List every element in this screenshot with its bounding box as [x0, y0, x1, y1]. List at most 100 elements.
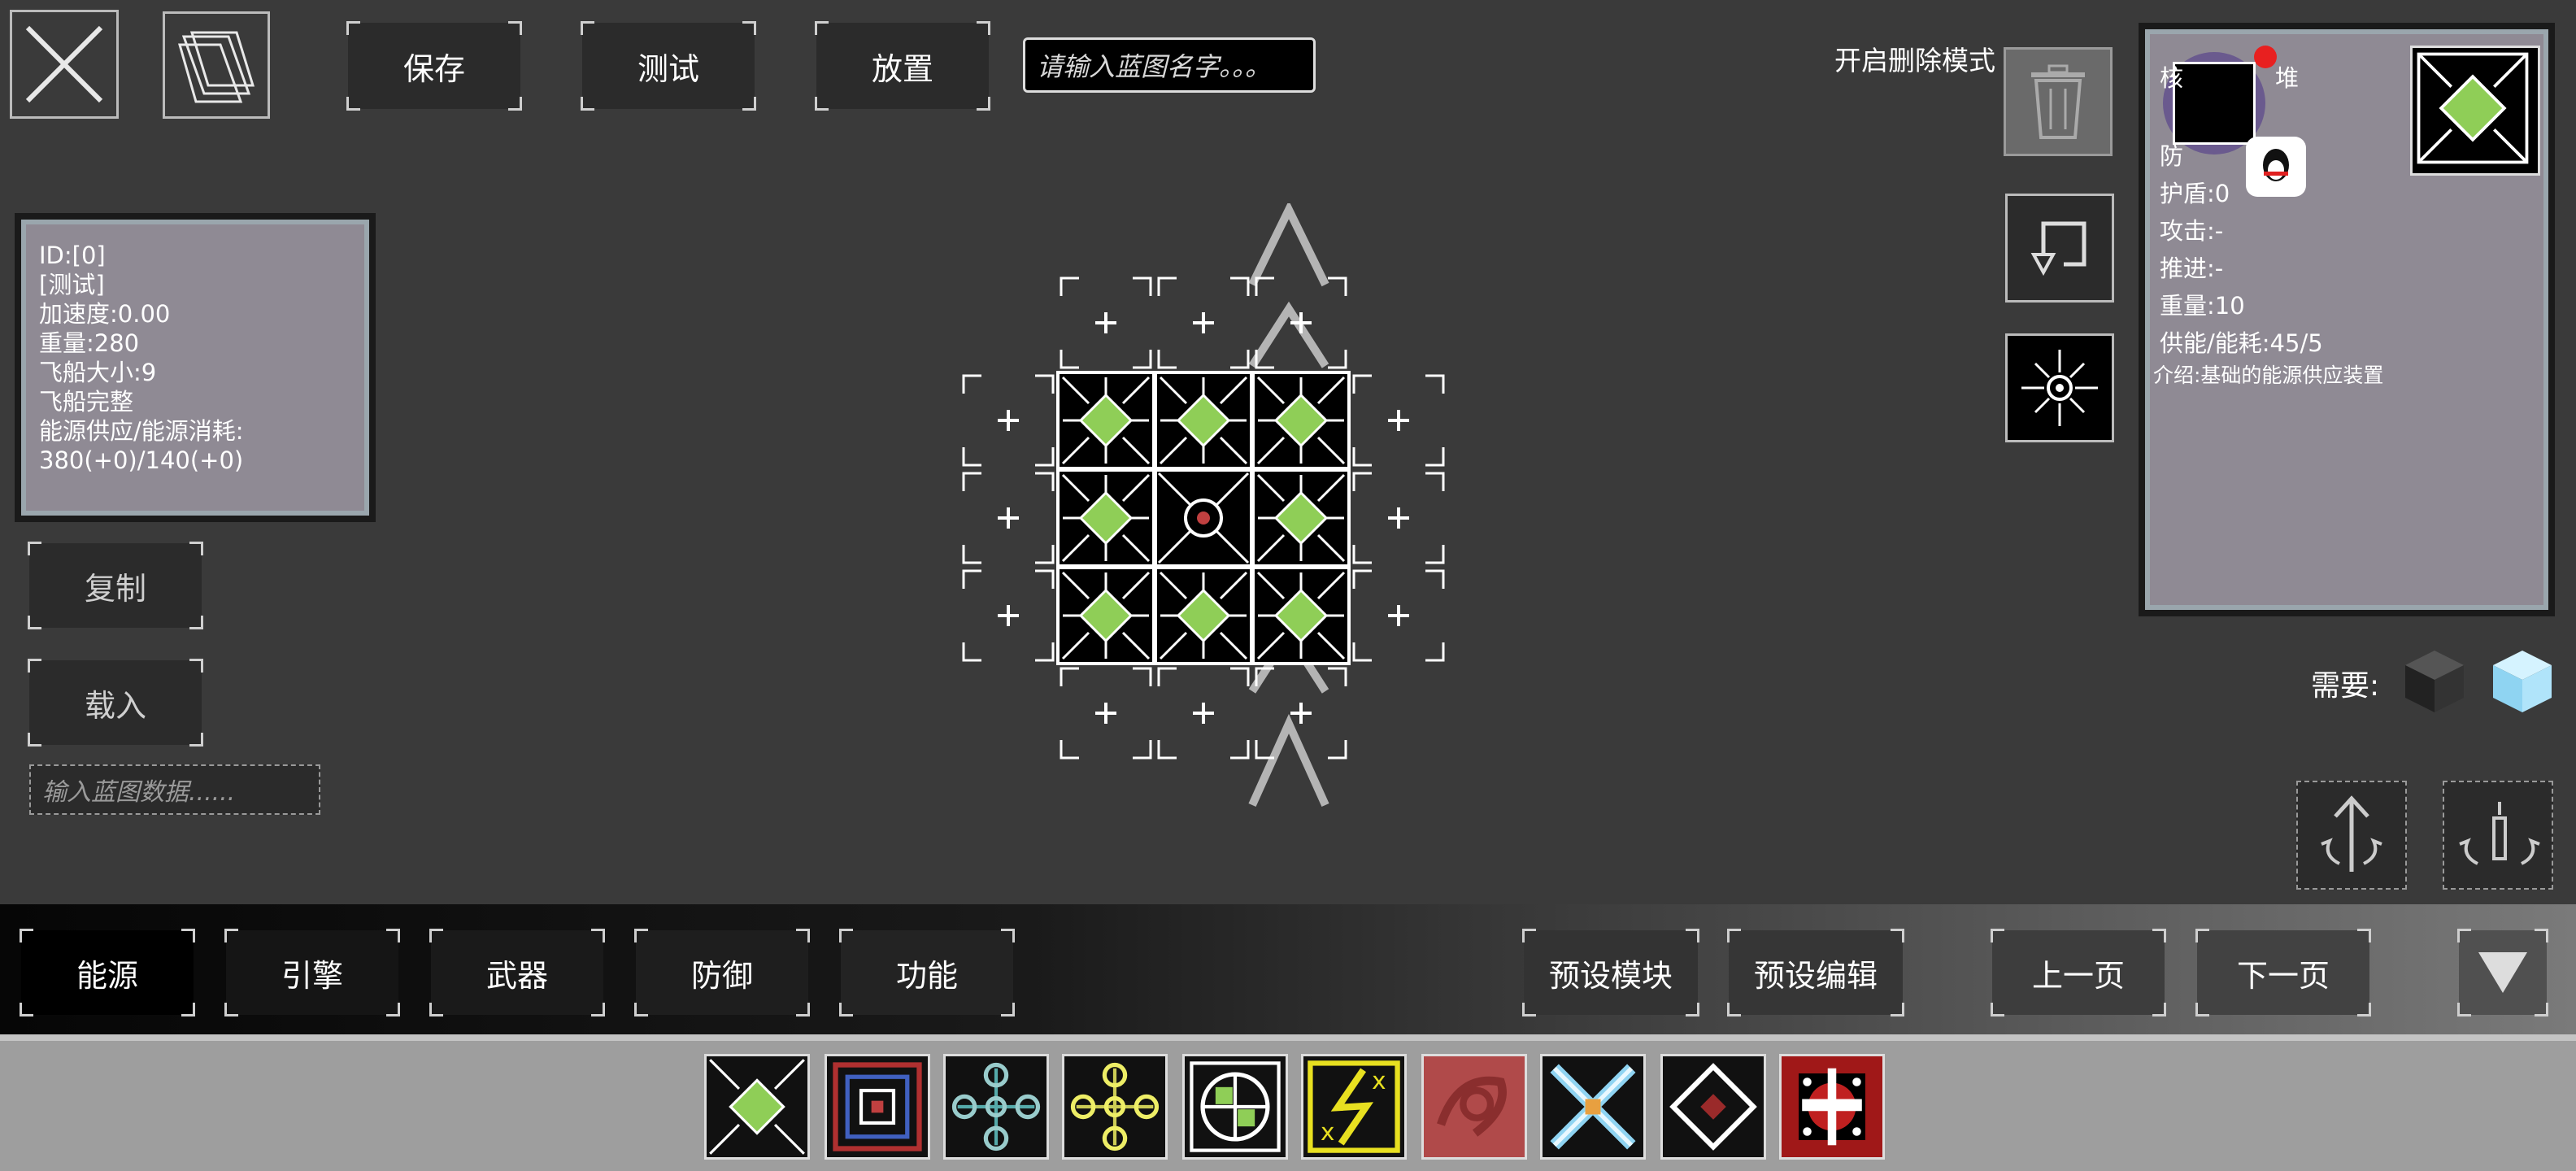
save-button-label: 保存 — [402, 50, 465, 87]
blueprint-list-button[interactable] — [163, 11, 270, 119]
energy-core-module[interactable] — [1056, 371, 1155, 470]
energy-core-module[interactable] — [1251, 468, 1351, 568]
module-defense-prefix: 防 — [2160, 142, 2184, 170]
tab-engine[interactable]: 引擎 — [224, 929, 400, 1016]
tab-function-label: 功能 — [895, 957, 958, 994]
mirror-horizontal-button[interactable] — [2443, 781, 2553, 890]
tab-energy-label: 能源 — [76, 957, 138, 994]
module-description: 介绍:基础的能源供应装置 — [2153, 363, 2384, 387]
palette-slot[interactable] — [1182, 1054, 1288, 1160]
ship-name: [测试] — [39, 271, 105, 298]
module-name-right: 堆 — [2275, 64, 2300, 92]
dark-cube-icon — [2405, 651, 2464, 712]
palette-slot[interactable]: x x — [1301, 1054, 1407, 1160]
prev-page-label: 上一页 — [2031, 957, 2125, 994]
grid-slot-empty[interactable] — [1352, 472, 1445, 564]
energy-core-module[interactable] — [1251, 371, 1351, 470]
ship-energy-label: 能源供应/能源消耗: — [39, 417, 244, 445]
yellow-node-icon — [1070, 1062, 1160, 1151]
collapse-button[interactable] — [2457, 929, 2548, 1016]
module-info-panel: 核 堆 防 护盾:0 攻击:- 推进:- 重量:10 供能/能耗:45/5 介绍… — [2139, 23, 2555, 616]
grid-slot-empty[interactable] — [1060, 276, 1152, 369]
crosshair-icon — [2021, 350, 2098, 426]
svg-text:x: x — [1372, 1067, 1386, 1095]
palette-slot[interactable] — [1540, 1054, 1646, 1160]
palette-slot[interactable] — [825, 1054, 930, 1160]
copy-button[interactable]: 复制 — [28, 542, 203, 629]
grid-slot-empty[interactable] — [1157, 276, 1250, 369]
prev-page-button[interactable]: 上一页 — [1991, 929, 2166, 1016]
tab-weapon-label: 武器 — [485, 957, 548, 994]
blueprint-name-input[interactable]: 请输入蓝图名字。。。 — [1023, 37, 1316, 93]
palette-slot[interactable] — [1660, 1054, 1766, 1160]
energy-core-module[interactable] — [1154, 371, 1253, 470]
rotate-button[interactable] — [2005, 194, 2114, 303]
lightning-icon: x x — [1308, 1060, 1400, 1153]
palette-slot[interactable] — [704, 1054, 810, 1160]
grid-slot-empty[interactable] — [1255, 276, 1347, 369]
grid-slot-empty[interactable] — [1157, 667, 1250, 760]
copy-button-label: 复制 — [84, 570, 146, 607]
tab-defense[interactable]: 防御 — [634, 929, 810, 1016]
tab-defense-label: 防御 — [690, 957, 753, 994]
flip-side-icon — [2459, 802, 2540, 865]
palette-slot[interactable] — [1421, 1054, 1527, 1160]
next-page-button[interactable]: 下一页 — [2195, 929, 2371, 1016]
blueprint-name-placeholder: 请输入蓝图名字。。。 — [1037, 51, 1272, 82]
triangle-down-icon — [2478, 952, 2527, 993]
grid-slot-empty[interactable] — [962, 569, 1055, 662]
preset-edit-button[interactable]: 预设编辑 — [1727, 929, 1904, 1016]
delete-mode-label: 开启删除模式 — [1834, 45, 1995, 76]
close-icon — [25, 25, 103, 103]
energy-core-module[interactable] — [1154, 566, 1253, 665]
grid-slot-empty[interactable] — [1352, 569, 1445, 662]
palette-slot[interactable] — [1062, 1054, 1168, 1160]
trash-icon — [2031, 64, 2085, 139]
flip-up-icon — [2321, 795, 2382, 872]
qq-icon — [2246, 137, 2306, 197]
red-blue-frame-icon — [833, 1062, 922, 1151]
close-button[interactable] — [10, 10, 119, 119]
energy-core-module[interactable] — [1056, 566, 1155, 665]
delete-mode-button[interactable] — [2004, 47, 2113, 156]
requires-label: 需要: — [2311, 669, 2380, 703]
ship-energy-value: 380(+0)/140(+0) — [39, 446, 244, 474]
cross-blade-icon — [1550, 1064, 1636, 1150]
next-page-label: 下一页 — [2236, 957, 2330, 994]
module-power: 供能/能耗:45/5 — [2160, 329, 2323, 357]
red-plate-icon — [1437, 1076, 1507, 1137]
module-preview — [2410, 46, 2540, 176]
grid-slot-empty[interactable] — [1060, 667, 1152, 760]
layers-icon — [178, 31, 255, 103]
test-button[interactable]: 测试 — [581, 21, 756, 111]
energy-core-module[interactable] — [1056, 468, 1155, 568]
place-button[interactable]: 放置 — [815, 21, 990, 111]
energy-core-module[interactable] — [1251, 566, 1351, 665]
ship-grid[interactable] — [959, 203, 1447, 821]
ship-weight: 重量:280 — [39, 329, 140, 357]
mirror-vertical-button[interactable] — [2296, 781, 2407, 890]
tab-function[interactable]: 功能 — [839, 929, 1015, 1016]
tab-weapon[interactable]: 武器 — [429, 929, 605, 1016]
grid-slot-empty[interactable] — [962, 472, 1055, 564]
blueprint-data-input[interactable]: 输入蓝图数据...... — [29, 764, 320, 815]
grid-slot-empty[interactable] — [1352, 374, 1445, 467]
palette-slot[interactable] — [943, 1054, 1049, 1160]
notification-dot — [2254, 46, 2277, 68]
module-weight: 重量:10 — [2160, 292, 2245, 320]
test-button-label: 测试 — [637, 50, 699, 87]
ship-id: ID:[0] — [39, 242, 106, 269]
load-button-label: 载入 — [84, 687, 146, 724]
ship-status: 飞船完整 — [39, 388, 134, 416]
grid-slot-empty[interactable] — [962, 374, 1055, 467]
tab-energy[interactable]: 能源 — [20, 929, 195, 1016]
center-view-button[interactable] — [2005, 333, 2114, 442]
ice-cube-icon — [2493, 651, 2552, 712]
save-button[interactable]: 保存 — [346, 21, 522, 111]
preset-module-button[interactable]: 预设模块 — [1522, 929, 1699, 1016]
preset-edit-label: 预设编辑 — [1753, 957, 1878, 994]
command-core-module[interactable] — [1154, 468, 1253, 568]
ship-size: 飞船大小:9 — [39, 359, 157, 386]
load-button[interactable]: 载入 — [28, 659, 203, 747]
palette-slot[interactable] — [1779, 1054, 1885, 1160]
